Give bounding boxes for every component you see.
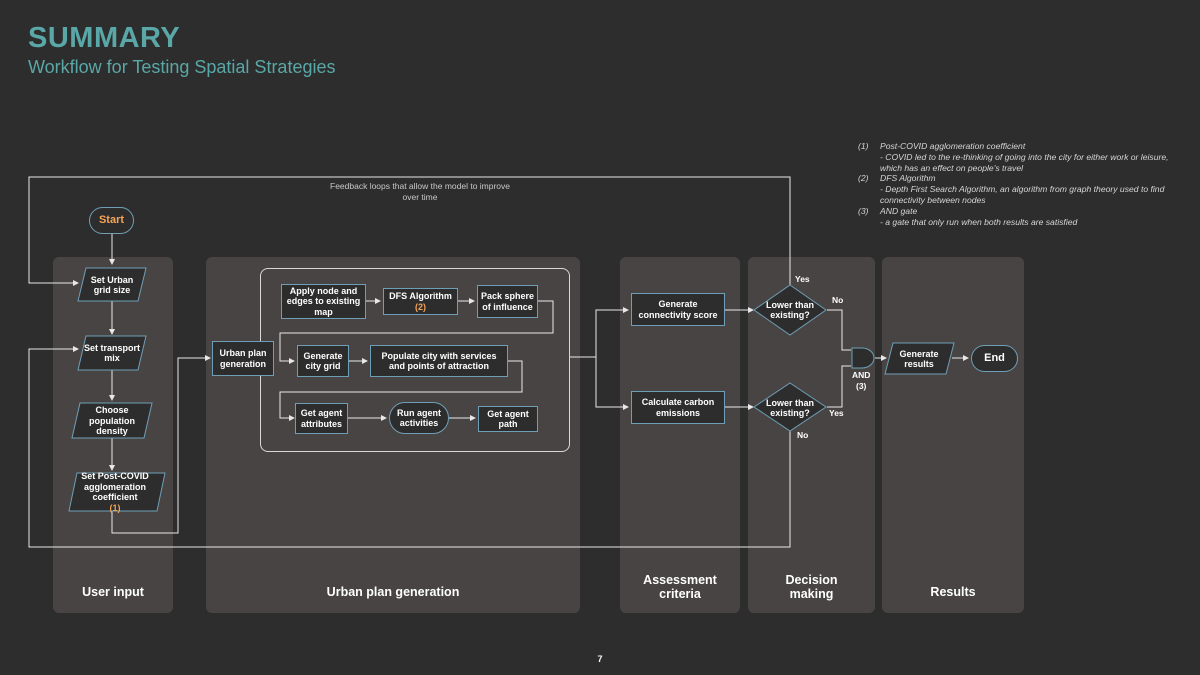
decision-top-no-label: No — [832, 295, 844, 305]
decision-bottom-no-label: No — [797, 430, 809, 440]
footnote-3-number: (3) — [858, 205, 869, 216]
and-gate-ref: (3) — [856, 381, 867, 391]
start-node: Start — [89, 207, 134, 234]
end-node: End — [971, 345, 1018, 372]
decision-top-node: Lower than existing? — [765, 299, 814, 321]
footnote-1-desc: - COVID led to the re-thinking of going … — [880, 151, 1169, 173]
dfs-ref: (2) — [415, 301, 426, 312]
footnote-1-number: (1) — [858, 141, 869, 151]
footnote-1-title: Post-COVID agglomeration coefficient — [880, 141, 1026, 151]
footnote-2-number: (2) — [858, 173, 869, 184]
dfs-algorithm-node: DFS Algorithm (2) — [383, 288, 458, 315]
populate-city-node: Populate city with services and points o… — [370, 345, 508, 377]
footnote-1: (1) Post-COVID agglomeration coefficient — [858, 141, 1178, 152]
pack-sphere-node: Pack sphere of influence — [477, 285, 538, 318]
choose-density-node: Choose population density — [89, 405, 135, 437]
footnote-2-title: DFS Algorithm — [880, 173, 936, 184]
set-transport-node: Set transport mix — [84, 342, 141, 364]
footnote-3-desc: - a gate that only run when both results… — [880, 216, 1078, 227]
footnote-3-title: AND gate — [880, 205, 918, 216]
generate-results-node: Generate results — [899, 348, 939, 370]
carbon-emissions-node: Calculate carbon emissions — [631, 391, 725, 424]
apply-nodes-node: Apply node and edges to existing map — [281, 284, 366, 319]
connector-layer — [28, 176, 969, 548]
decision-bottom-node: Lower than existing? — [765, 397, 814, 419]
line-top-no-to-and — [827, 309, 851, 351]
and-gate-label: AND — [852, 370, 871, 380]
footnote-2-desc: - Depth First Search Algorithm, an algor… — [880, 184, 1165, 205]
agent-path-node: Get agent path — [478, 406, 538, 432]
footnotes: (1) Post-COVID agglomeration coefficient… — [858, 141, 1178, 227]
agent-attributes-node: Get agent attributes — [295, 403, 348, 434]
page-number: 7 — [597, 654, 603, 664]
footnote-2: (2) DFS Algorithm — [858, 173, 1178, 184]
feedback-loop-note: Feedback loops that allow the model to i… — [330, 181, 511, 202]
arrow-plan-to-carbon — [595, 357, 629, 410]
dfs-label: DFS Algorithm — [389, 291, 452, 301]
connectivity-score-node: Generate connectivity score — [631, 293, 725, 326]
and-gate-shape — [851, 347, 875, 369]
set-grid-node: Set Urban grid size — [90, 274, 134, 296]
feedback-loop-bottom — [28, 346, 791, 548]
arrow-plan-to-connectivity — [570, 307, 629, 358]
set-covid-ref: (1) — [109, 502, 121, 513]
generate-city-grid-node: Generate city grid — [297, 345, 349, 377]
decision-top-yes-label: Yes — [795, 274, 810, 284]
decision-bottom-yes-label: Yes — [829, 408, 844, 418]
set-covid-label: Set Post-COVID agglomeration coefficient — [81, 471, 149, 502]
run-agent-node: Run agent activities — [389, 402, 449, 434]
urban-plan-generation-node: Urban plan generation — [212, 341, 274, 376]
footnote-3: (3) AND gate — [858, 206, 1178, 217]
set-covid-node: Set Post-COVID agglomeration coefficient… — [70, 471, 160, 513]
line-bottom-yes-to-and — [827, 365, 851, 408]
